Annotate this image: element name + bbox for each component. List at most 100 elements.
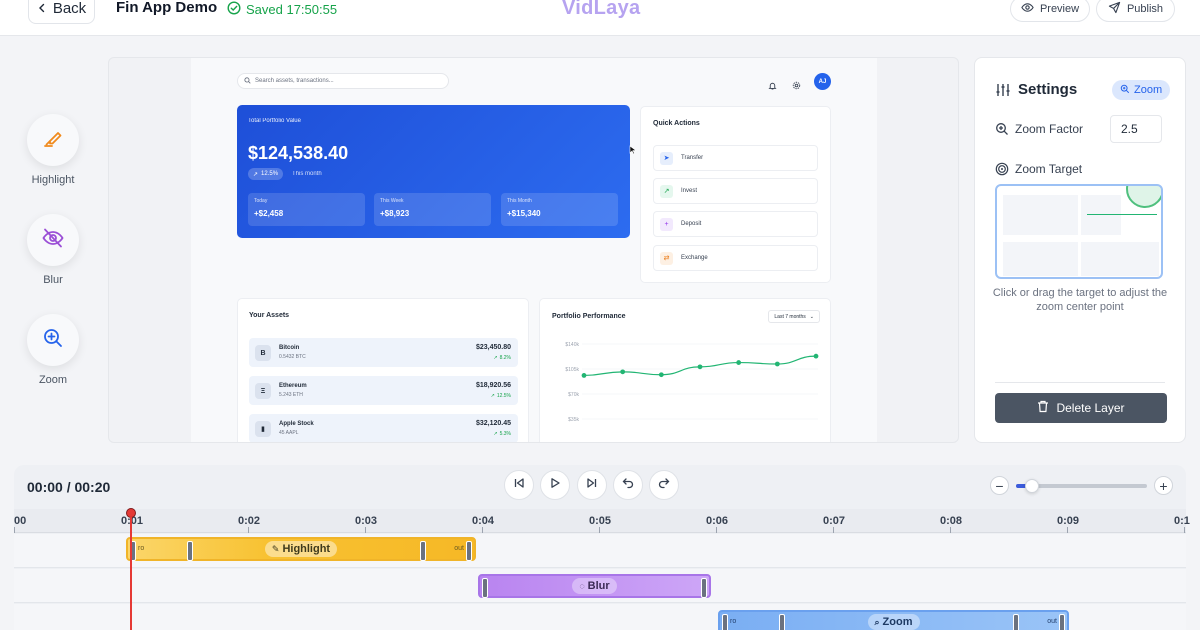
zoom-target-label: Zoom Target	[1015, 162, 1083, 176]
zoom-tool-button[interactable]	[27, 314, 79, 366]
blur-clip[interactable]: ◌ Blur	[478, 574, 711, 598]
preview-button[interactable]: Preview	[1010, 0, 1090, 22]
chart-point[interactable]	[697, 364, 703, 370]
clip-end-handle[interactable]	[701, 578, 707, 598]
chart-point[interactable]	[774, 361, 780, 367]
stat-value: +$2,458	[254, 209, 284, 218]
exchange-icon: ⇄	[660, 251, 673, 265]
preview-canvas[interactable]: Search assets, transactions... AJ Total …	[108, 57, 959, 443]
quick-action-deposit[interactable]: + Deposit	[653, 211, 818, 237]
asset-change-value: 12.5%	[496, 393, 511, 399]
trend-up-icon: ↗	[660, 184, 673, 198]
asset-value: $23,450.80	[475, 344, 511, 351]
divider	[995, 382, 1165, 383]
asset-value: $32,120.45	[475, 420, 511, 427]
check-circle-icon	[227, 1, 241, 18]
quick-action-label: Deposit	[681, 221, 702, 227]
project-title: Fin App Demo	[116, 0, 218, 16]
clip-label-text: Highlight	[282, 543, 331, 555]
assets-card: Your Assets B Bitcoin 0.5432 BTC $23,450…	[237, 298, 529, 442]
asset-change-value: 5.3%	[499, 431, 511, 437]
asset-change: ↗ 5.3%	[493, 431, 511, 437]
asset-row[interactable]: B Bitcoin 0.5432 BTC $23,450.80 ↗ 8.2%	[249, 338, 518, 367]
bell-icon[interactable]	[768, 77, 777, 95]
time-display: 00:00 / 00:20	[27, 479, 111, 495]
app-search-bar[interactable]: Search assets, transactions...	[237, 73, 449, 89]
clip-start-handle[interactable]	[722, 614, 728, 630]
zoom-factor-icon	[995, 122, 1009, 141]
chart-point[interactable]	[658, 372, 664, 378]
avatar[interactable]: AJ	[814, 73, 831, 90]
zoom-factor-input[interactable]: 2.5	[1110, 115, 1162, 143]
stat-value: +$15,340	[507, 209, 541, 218]
undo-button[interactable]	[613, 470, 643, 500]
quick-action-exchange[interactable]: ⇄ Exchange	[653, 245, 818, 271]
clip-end-handle[interactable]	[466, 541, 472, 561]
delete-layer-button[interactable]: Delete Layer	[995, 393, 1167, 423]
play-icon	[549, 476, 561, 494]
ruler-tick	[365, 527, 366, 533]
ruler-tick-label: 0:07	[823, 515, 846, 527]
gear-icon[interactable]	[792, 77, 801, 95]
clip-start-handle[interactable]	[482, 578, 488, 598]
saved-text: Saved 17:50:55	[246, 2, 338, 17]
sliders-icon	[995, 82, 1011, 103]
clip-fade-in-handle[interactable]	[187, 541, 193, 561]
stock-icon: ▮	[255, 421, 271, 437]
blur-tool-button[interactable]	[27, 214, 79, 266]
send-icon: ➤	[660, 151, 673, 165]
redo-button[interactable]	[649, 470, 679, 500]
chart-y-tick-label: $105k	[565, 367, 579, 373]
zoom-in-button[interactable]: +	[1154, 476, 1173, 495]
zoom-slider-thumb[interactable]	[1024, 479, 1039, 493]
skip-back-button[interactable]	[504, 470, 534, 500]
publish-label: Publish	[1126, 3, 1164, 15]
ruler-tick-label: 0:02	[238, 515, 261, 527]
zoom-tool-label: Zoom	[38, 374, 68, 386]
ruler-tick-label: 0:03	[355, 515, 378, 527]
delete-layer-label: Delete Layer	[1056, 401, 1125, 415]
ruler-tick-label: 0:04	[472, 515, 495, 527]
zoom-target-marker[interactable]	[1126, 186, 1161, 208]
quick-action-invest[interactable]: ↗ Invest	[653, 178, 818, 204]
quick-actions-card: Quick Actions ➤ Transfer ↗ Invest + Depo…	[640, 106, 831, 283]
clip-in-label: ro	[730, 618, 737, 625]
zoom-target-picker[interactable]	[995, 184, 1163, 279]
back-button[interactable]: Back	[28, 0, 95, 24]
chart-point[interactable]	[736, 360, 742, 365]
asset-row[interactable]: ▮ Apple Stock 45 AAPL $32,120.45 ↗ 5.3%	[249, 414, 518, 442]
stat-today: Today +$2,458	[248, 193, 365, 226]
portfolio-label: Total Portfolio Value	[248, 118, 301, 124]
clip-fade-out-handle[interactable]	[420, 541, 426, 561]
clip-end-handle[interactable]	[1059, 614, 1065, 630]
asset-name: Apple Stock	[279, 421, 314, 427]
quick-action-transfer[interactable]: ➤ Transfer	[653, 145, 818, 171]
highlight-clip[interactable]: ro ✎ Highlight out	[126, 537, 476, 561]
quick-action-label: Transfer	[681, 155, 704, 161]
highlight-tool-button[interactable]	[27, 114, 79, 166]
zoom-out-button[interactable]: −	[990, 476, 1009, 495]
arrow-up-right-icon: ↗	[493, 431, 498, 437]
target-icon	[995, 162, 1009, 181]
play-button[interactable]	[540, 470, 570, 500]
chart-point[interactable]	[813, 353, 819, 359]
clip-fade-out-handle[interactable]	[1013, 614, 1019, 630]
stat-label: This Week	[380, 198, 404, 204]
chart-point[interactable]	[620, 369, 626, 375]
timeline-zoom-slider[interactable]	[1016, 479, 1147, 493]
asset-row[interactable]: Ξ Ethereum 5.243 ETH $18,920.56 ↗ 12.5%	[249, 376, 518, 405]
publish-button[interactable]: Publish	[1096, 0, 1175, 22]
zoom-clip[interactable]: ro ⌕ Zoom out	[718, 610, 1069, 630]
asset-sub: 45 AAPL	[279, 430, 299, 436]
ruler-tick	[599, 527, 600, 533]
clip-fade-in-handle[interactable]	[779, 614, 785, 630]
ruler-tick	[482, 527, 483, 533]
chart-y-tick-label: $70k	[568, 392, 579, 398]
zoom-in-icon: ⌕	[874, 616, 880, 627]
playhead[interactable]	[126, 508, 136, 630]
chart-point[interactable]	[581, 373, 587, 378]
portfolio-card: Total Portfolio Value $124,538.40 ↗ 12.5…	[237, 105, 630, 238]
back-label: Back	[52, 0, 87, 17]
clip-out-label: out	[454, 545, 464, 552]
skip-forward-button[interactable]	[577, 470, 607, 500]
